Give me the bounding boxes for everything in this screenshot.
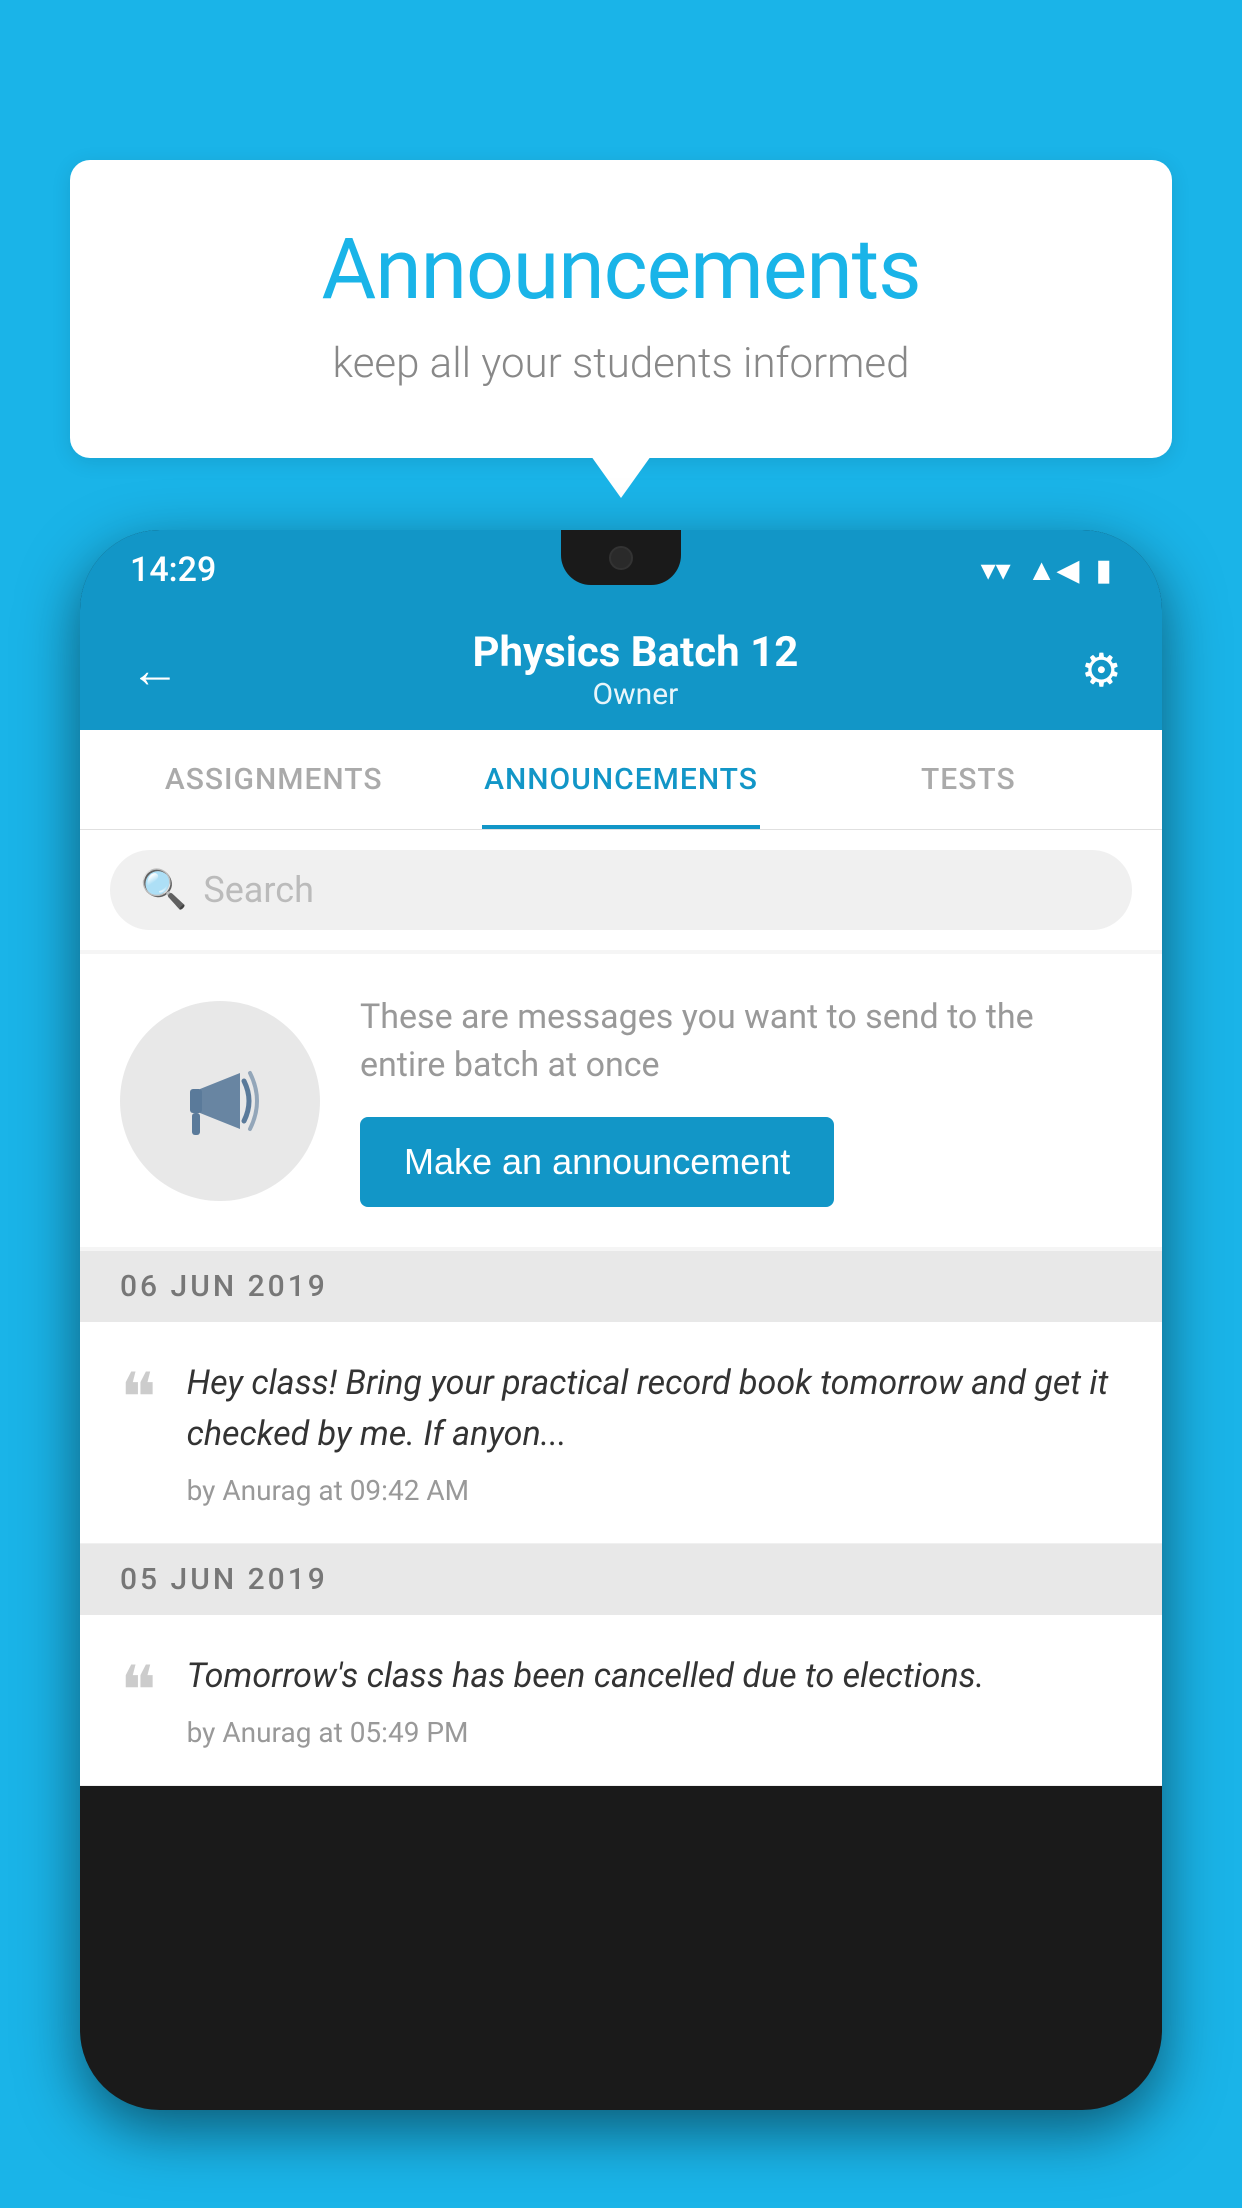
phone-frame: 14:29 ▾▾ ▲◀ ▮ ← Physics Batch 12 Owner ⚙… <box>80 530 1162 2110</box>
search-bar-wrapper: 🔍 Search <box>80 830 1162 950</box>
date-separator-1: 06 JUN 2019 <box>80 1251 1162 1322</box>
quote-icon-2: ❝ <box>120 1657 157 1725</box>
bubble-subtitle: keep all your students informed <box>150 339 1092 388</box>
app-bar-title-section: Physics Batch 12 Owner <box>190 628 1081 712</box>
app-bar: ← Physics Batch 12 Owner ⚙ <box>80 610 1162 730</box>
app-bar-title: Physics Batch 12 <box>190 628 1081 677</box>
app-bar-subtitle: Owner <box>190 677 1081 712</box>
announcement-message-2: Tomorrow's class has been cancelled due … <box>187 1651 1122 1702</box>
announcement-message-1: Hey class! Bring your practical record b… <box>187 1358 1122 1460</box>
search-icon: 🔍 <box>140 868 187 912</box>
announcement-meta-1: by Anurag at 09:42 AM <box>187 1474 1122 1507</box>
bubble-title: Announcements <box>150 220 1092 319</box>
status-icons: ▾▾ ▲◀ ▮ <box>981 553 1112 588</box>
search-bar[interactable]: 🔍 Search <box>110 850 1132 930</box>
tabs-bar: ASSIGNMENTS ANNOUNCEMENTS TESTS <box>80 730 1162 830</box>
signal-icon: ▲◀ <box>1027 553 1080 588</box>
battery-icon: ▮ <box>1095 553 1112 588</box>
announcement-content-1: Hey class! Bring your practical record b… <box>187 1358 1122 1507</box>
app-content: 🔍 Search <box>80 830 1162 1786</box>
announcement-item-1[interactable]: ❝ Hey class! Bring your practical record… <box>80 1322 1162 1544</box>
make-announcement-button[interactable]: Make an announcement <box>360 1117 834 1207</box>
megaphone-icon <box>170 1051 270 1151</box>
megaphone-circle <box>120 1001 320 1201</box>
announcement-meta-2: by Anurag at 05:49 PM <box>187 1716 1122 1749</box>
notch <box>561 530 681 585</box>
front-camera <box>609 546 633 570</box>
announcement-prompt: These are messages you want to send to t… <box>80 954 1162 1247</box>
date-separator-2: 05 JUN 2019 <box>80 1544 1162 1615</box>
prompt-description: These are messages you want to send to t… <box>360 994 1122 1089</box>
wifi-icon: ▾▾ <box>981 553 1011 588</box>
search-placeholder: Search <box>203 869 314 911</box>
status-time: 14:29 <box>130 550 216 590</box>
announcement-item-2[interactable]: ❝ Tomorrow's class has been cancelled du… <box>80 1615 1162 1786</box>
settings-button[interactable]: ⚙ <box>1081 643 1122 698</box>
speech-bubble: Announcements keep all your students inf… <box>70 160 1172 458</box>
back-button[interactable]: ← <box>120 631 190 710</box>
tab-assignments[interactable]: ASSIGNMENTS <box>100 730 447 829</box>
quote-icon-1: ❝ <box>120 1364 157 1432</box>
prompt-right: These are messages you want to send to t… <box>360 994 1122 1207</box>
tab-announcements[interactable]: ANNOUNCEMENTS <box>447 730 794 829</box>
phone-wrapper: 14:29 ▾▾ ▲◀ ▮ ← Physics Batch 12 Owner ⚙… <box>80 530 1162 2208</box>
announcement-content-2: Tomorrow's class has been cancelled due … <box>187 1651 1122 1749</box>
tab-tests[interactable]: TESTS <box>795 730 1142 829</box>
speech-bubble-container: Announcements keep all your students inf… <box>70 160 1172 458</box>
